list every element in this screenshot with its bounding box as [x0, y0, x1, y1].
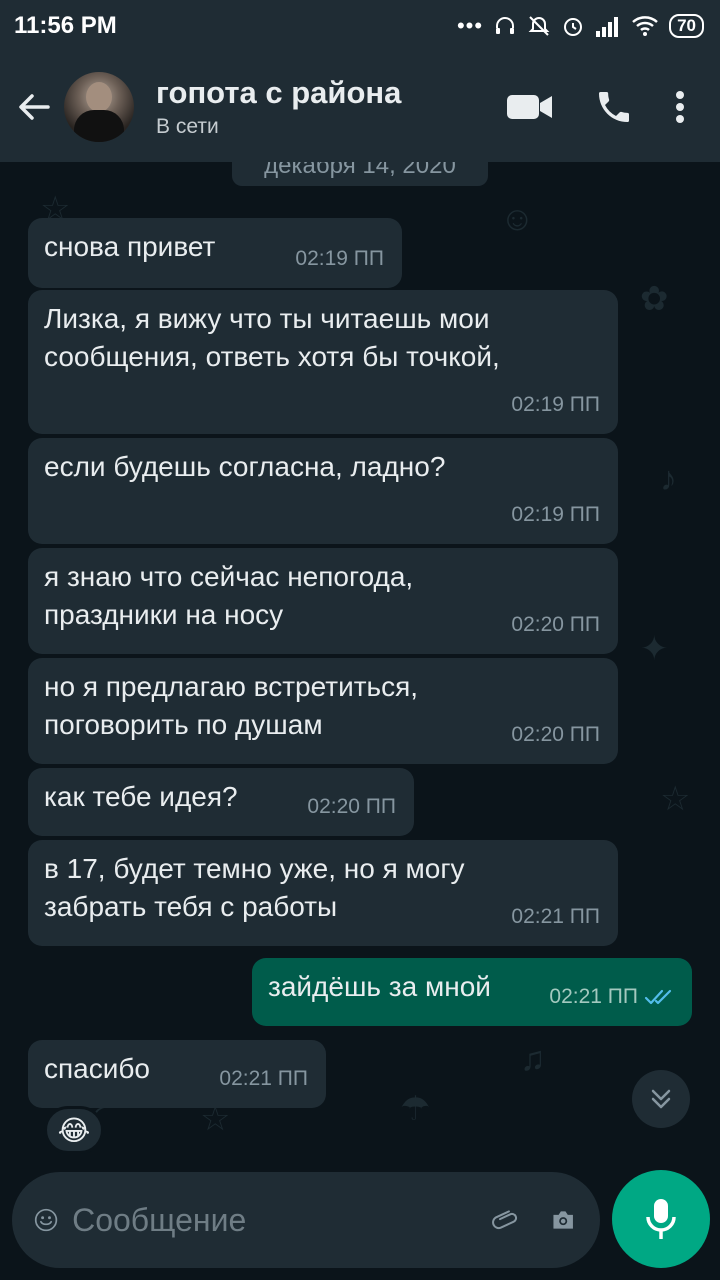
message-bubble[interactable]: как тебе идея? 02:20 ПП: [28, 768, 414, 836]
message-time: 02:20 ПП: [511, 613, 600, 636]
status-bar: 11:56 PM ••• 70: [0, 0, 720, 52]
avatar[interactable]: [64, 72, 134, 142]
date-chip: декабря 14, 2020: [232, 162, 488, 186]
mute-icon: [528, 16, 550, 36]
message-time: 02:20 ПП: [511, 723, 600, 746]
dots-icon: •••: [456, 13, 484, 38]
chat-area[interactable]: ☆ ☺ ✿ ♪ ✦ ☆ ✧ ☂ ♫ ☆ декабря 14, 2020 сно…: [0, 162, 720, 1172]
message-text: Лизка, я вижу что ты читаешь мои сообщен…: [44, 303, 500, 372]
message-input[interactable]: [72, 1201, 493, 1239]
message-time: 02:21 ПП: [549, 985, 638, 1008]
status-icons: ••• 70: [457, 13, 704, 39]
message-text: в 17, будет темно уже, но я могу забрать…: [44, 853, 465, 922]
battery-indicator: 70: [669, 14, 704, 38]
message-time: 02:20 ПП: [307, 795, 396, 818]
message-time: 02:19 ПП: [511, 503, 600, 526]
contact-info[interactable]: гопота с района В сети: [156, 75, 506, 139]
message-time: 02:19 ПП: [511, 393, 600, 416]
alarm-icon: [564, 18, 583, 36]
wifi-icon: [632, 16, 658, 36]
message-bubble[interactable]: но я предлагаю встретиться, поговорить п…: [28, 658, 618, 764]
signal-icon: [596, 17, 619, 37]
phone-call-icon[interactable]: [594, 87, 634, 127]
paperclip-icon[interactable]: [492, 1196, 520, 1244]
header-actions: [506, 87, 686, 127]
chevron-double-down-icon: [651, 1089, 671, 1109]
back-button[interactable]: [4, 77, 64, 137]
message-bubble[interactable]: Лизка, я вижу что ты читаешь мои сообщен…: [28, 290, 618, 434]
camera-icon[interactable]: [550, 1197, 576, 1243]
mic-button[interactable]: [612, 1170, 710, 1268]
message-bubble[interactable]: я знаю что сейчас непогода, праздники на…: [28, 548, 618, 654]
microphone-icon: [646, 1199, 676, 1239]
message-bubble[interactable]: если будешь согласна, ладно? 02:19 ПП: [28, 438, 618, 544]
emoji-icon[interactable]: [34, 1199, 58, 1241]
message-time: 02:21 ПП: [511, 905, 600, 928]
chat-header: гопота с района В сети: [0, 52, 720, 162]
message-bubble[interactable]: спасибо 02:21 ПП: [28, 1040, 326, 1108]
message-composer: [12, 1172, 600, 1268]
message-bubble[interactable]: в 17, будет темно уже, но я могу забрать…: [28, 840, 618, 946]
message-meta: 02:21 ПП: [549, 978, 676, 1016]
double-check-icon: [644, 989, 672, 1005]
message-text: если будешь согласна, ладно?: [44, 451, 446, 482]
reaction-badge[interactable]: 😂: [44, 1106, 104, 1154]
headphones-icon: [496, 17, 515, 34]
scroll-down-button[interactable]: [632, 1070, 690, 1128]
message-time: 02:19 ПП: [295, 247, 384, 270]
message-bubble-outgoing[interactable]: зайдёшь за мной 02:21 ПП: [252, 958, 692, 1026]
more-options-icon[interactable]: [674, 89, 686, 125]
status-time: 11:56 PM: [14, 12, 117, 39]
message-time: 02:21 ПП: [219, 1067, 308, 1090]
arrow-left-icon: [19, 94, 50, 120]
video-call-icon[interactable]: [506, 92, 554, 122]
message-text: но я предлагаю встретиться, поговорить п…: [44, 671, 419, 740]
contact-status: В сети: [156, 115, 219, 138]
message-text: я знаю что сейчас непогода, праздники на…: [44, 561, 414, 630]
message-bubble[interactable]: снова привет 02:19 ПП: [28, 218, 402, 288]
contact-name: гопота с района: [156, 75, 402, 110]
